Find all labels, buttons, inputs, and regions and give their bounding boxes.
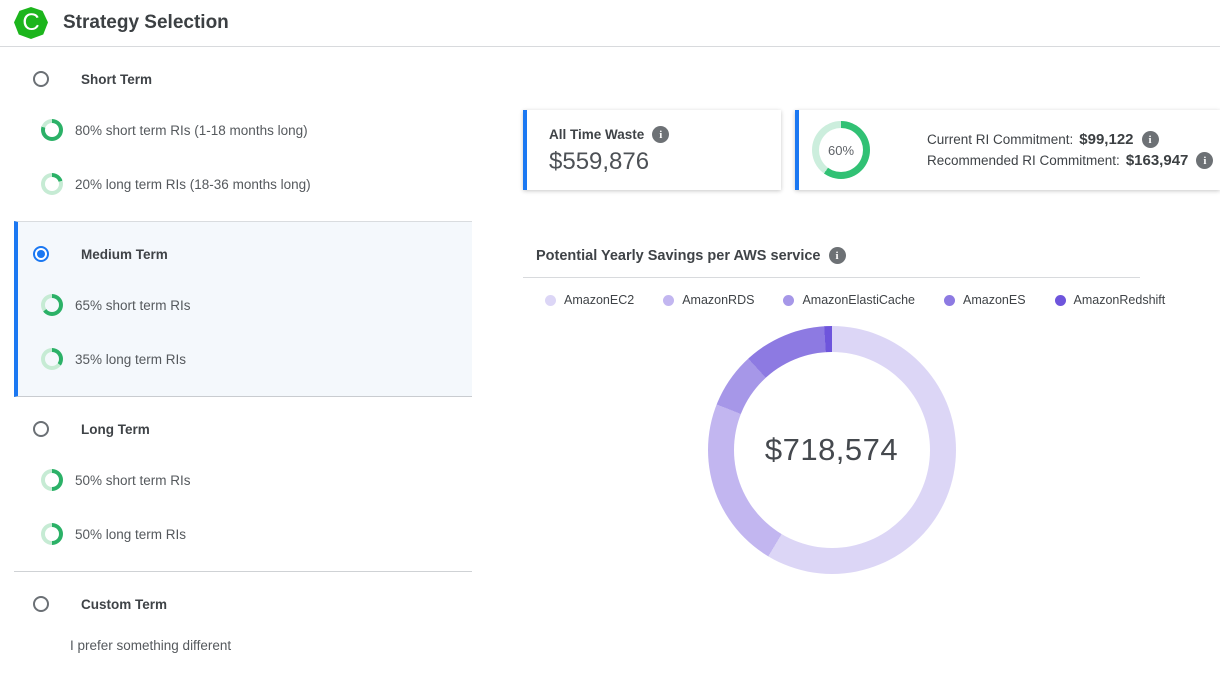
percent-ring-icon <box>41 348 63 370</box>
percent-ring-icon <box>41 523 63 545</box>
legend-item-AmazonRDS[interactable]: AmazonRDS <box>663 293 754 307</box>
info-icon[interactable] <box>829 247 846 264</box>
strategy-option-custom-term[interactable]: Custom Term I prefer something different <box>14 572 472 679</box>
strategy-detail-row: 20% long term RIs (18-36 months long) <box>41 173 472 195</box>
commitment-percent-ring: 60% <box>812 121 870 179</box>
info-icon[interactable] <box>652 126 669 143</box>
strategy-detail-row: 50% long term RIs <box>41 523 472 545</box>
cloudcheckr-logo-icon: C <box>14 7 48 39</box>
waste-card-value: $559,876 <box>549 148 781 176</box>
page-title: Strategy Selection <box>63 12 229 34</box>
waste-card-title: All Time Waste <box>549 127 644 142</box>
legend-item-AmazonElastiCache[interactable]: AmazonElastiCache <box>783 293 915 307</box>
percent-ring-icon <box>41 469 63 491</box>
strategy-detail-row: 80% short term RIs (1-18 months long) <box>41 119 472 141</box>
radio-long-term[interactable] <box>33 421 49 437</box>
strategy-option-long-term[interactable]: Long Term 50% short term RIs 50% long te… <box>14 397 472 571</box>
summary-panel: All Time Waste $559,876 60% Current RI C… <box>472 47 1220 691</box>
strategy-label: Custom Term <box>81 597 167 612</box>
strategy-detail-text: 65% short term RIs <box>75 298 191 313</box>
strategy-detail-text: 50% short term RIs <box>75 473 191 488</box>
legend-dot-icon <box>1055 295 1066 306</box>
legend-dot-icon <box>783 295 794 306</box>
page-header: C Strategy Selection <box>0 0 1220 47</box>
strategy-detail-row: 50% short term RIs <box>41 469 472 491</box>
custom-term-note: I prefer something different <box>70 638 472 653</box>
legend-label: AmazonES <box>963 293 1026 307</box>
savings-donut-chart[interactable]: $718,574 <box>708 326 956 574</box>
percent-ring-icon <box>41 294 63 316</box>
ri-commitment-card: 60% Current RI Commitment: $99,122 Recom… <box>795 110 1220 190</box>
recommended-commitment-row: Recommended RI Commitment: $163,947 <box>927 152 1213 169</box>
donut-center: $718,574 <box>734 352 930 548</box>
legend-label: AmazonRDS <box>682 293 754 307</box>
info-icon[interactable] <box>1196 152 1213 169</box>
current-commitment-label: Current RI Commitment: <box>927 132 1073 147</box>
recommended-commitment-label: Recommended RI Commitment: <box>927 153 1120 168</box>
legend-dot-icon <box>663 295 674 306</box>
chart-title: Potential Yearly Savings per AWS service <box>536 248 821 264</box>
radio-custom-term[interactable] <box>33 596 49 612</box>
legend-dot-icon <box>545 295 556 306</box>
savings-chart-section: Potential Yearly Savings per AWS service… <box>523 247 1140 574</box>
current-commitment-row: Current RI Commitment: $99,122 <box>927 131 1213 148</box>
radio-short-term[interactable] <box>33 71 49 87</box>
strategy-label: Long Term <box>81 422 150 437</box>
legend-dot-icon <box>944 295 955 306</box>
info-icon[interactable] <box>1142 131 1159 148</box>
commitment-percent-label: 60% <box>828 143 854 158</box>
legend-item-AmazonRedshift[interactable]: AmazonRedshift <box>1055 293 1166 307</box>
percent-ring-icon <box>41 173 63 195</box>
strategy-detail-text: 20% long term RIs (18-36 months long) <box>75 177 311 192</box>
strategy-detail-text: 50% long term RIs <box>75 527 186 542</box>
strategy-detail-row: 65% short term RIs <box>41 294 472 316</box>
legend-label: AmazonEC2 <box>564 293 634 307</box>
legend-item-AmazonEC2[interactable]: AmazonEC2 <box>545 293 634 307</box>
strategy-detail-text: 80% short term RIs (1-18 months long) <box>75 123 308 138</box>
legend-item-AmazonES[interactable]: AmazonES <box>944 293 1026 307</box>
all-time-waste-card: All Time Waste $559,876 <box>523 110 781 190</box>
legend-label: AmazonRedshift <box>1074 293 1166 307</box>
strategy-option-short-term[interactable]: Short Term 80% short term RIs (1-18 mont… <box>14 47 472 221</box>
current-commitment-value: $99,122 <box>1079 131 1133 148</box>
percent-ring-icon <box>41 119 63 141</box>
chart-legend: AmazonEC2 AmazonRDS AmazonElastiCache Amazo… <box>545 293 1140 307</box>
strategy-detail-row: 35% long term RIs <box>41 348 472 370</box>
strategy-option-medium-term[interactable]: Medium Term 65% short term RIs 35% long … <box>14 221 472 397</box>
donut-total-value: $718,574 <box>765 432 898 468</box>
strategy-label: Medium Term <box>81 247 168 262</box>
strategy-label: Short Term <box>81 72 152 87</box>
strategy-detail-text: 35% long term RIs <box>75 352 186 367</box>
legend-label: AmazonElastiCache <box>802 293 915 307</box>
recommended-commitment-value: $163,947 <box>1126 152 1189 169</box>
radio-medium-term[interactable] <box>33 246 49 262</box>
strategy-panel: Short Term 80% short term RIs (1-18 mont… <box>0 47 472 691</box>
main-content: Short Term 80% short term RIs (1-18 mont… <box>0 47 1220 691</box>
